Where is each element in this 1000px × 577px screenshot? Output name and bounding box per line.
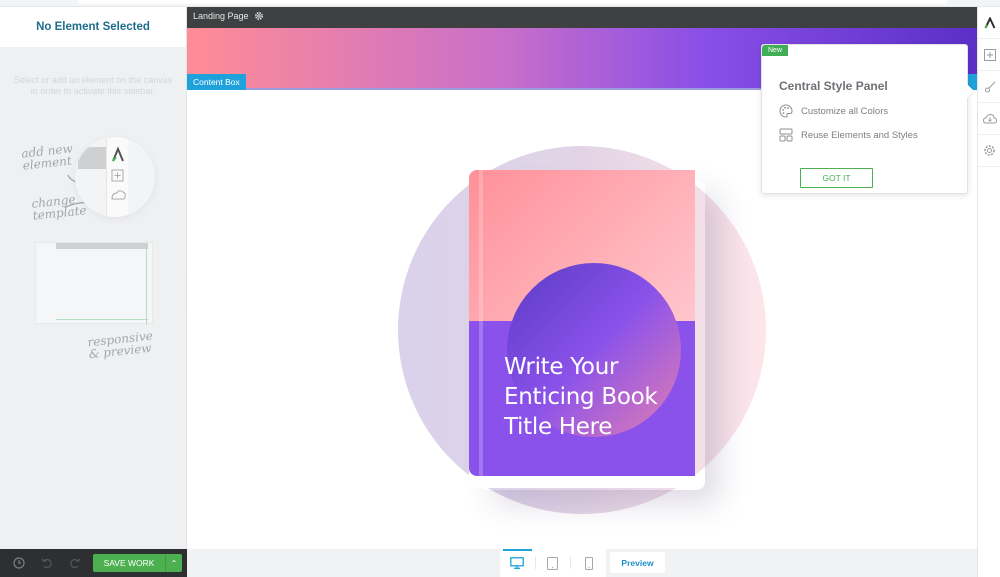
book-title[interactable]: Write Your Enticing Book Title Here <box>504 352 694 442</box>
popup-item-colors: Customize all Colors <box>779 104 888 118</box>
brand-logo-icon <box>984 16 995 29</box>
save-work-button[interactable]: SAVE WORK <box>93 554 165 572</box>
new-badge: New <box>762 45 789 56</box>
mini-rail-icons <box>111 146 126 200</box>
popup-item-label: Reuse Elements and Styles <box>801 129 918 141</box>
book-cover: Write Your Enticing Book Title Here <box>469 170 695 476</box>
got-it-button[interactable]: GOT IT <box>800 168 873 188</box>
style-panel-popup: New Central Style Panel Customize all Co… <box>761 44 968 194</box>
brush-icon <box>984 81 995 93</box>
bottom-toolbar: SAVE WORK ⌃ <box>0 549 187 577</box>
page-label[interactable]: Landing Page <box>193 11 264 21</box>
book-title-line1: Write Your <box>504 354 619 380</box>
gear-icon[interactable] <box>254 11 264 21</box>
browser-top-strip <box>0 0 1000 7</box>
device-tablet-button[interactable] <box>536 549 571 577</box>
add-element-icon <box>983 48 996 61</box>
save-options-button[interactable]: ⌃ <box>165 554 182 572</box>
book-title-line2: Enticing Book <box>504 384 658 410</box>
book-spine <box>479 170 483 476</box>
desktop-icon <box>510 557 525 569</box>
mobile-icon <box>584 556 593 570</box>
mini-window-bar <box>56 243 148 249</box>
zoom-circle <box>75 137 155 217</box>
mini-window <box>35 242 153 325</box>
onboarding-illustration: add new element change template responsi… <box>0 127 187 377</box>
sidebar-title: No Element Selected <box>0 7 186 47</box>
preview-button[interactable]: Preview <box>610 552 665 573</box>
content-box-tag[interactable]: Content Box <box>187 74 246 90</box>
popup-item-reuse: Reuse Elements and Styles <box>779 128 918 142</box>
device-bar: Preview <box>187 549 977 577</box>
undo-icon[interactable] <box>40 556 54 570</box>
chevron-up-icon: ⌃ <box>170 558 178 568</box>
mini-sidebar <box>78 147 106 169</box>
layout-blocks-icon <box>779 128 793 142</box>
add-element-button[interactable] <box>978 39 1000 71</box>
address-bar-edge <box>78 0 948 4</box>
tablet-icon <box>547 556 559 570</box>
popup-item-label: Customize all Colors <box>801 105 889 117</box>
page-name: Landing Page <box>193 11 249 21</box>
template-cloud-button[interactable] <box>978 103 1000 135</box>
element-sidebar: No Element Selected Select or add an ele… <box>0 7 187 549</box>
mini-rail <box>106 137 128 217</box>
mini-window-footer <box>56 319 148 323</box>
history-icon[interactable] <box>12 556 26 570</box>
page-bar: Landing Page <box>187 7 977 28</box>
device-mobile-button[interactable] <box>571 549 606 577</box>
device-desktop-button[interactable] <box>500 549 535 577</box>
sidebar-hint: Select or add an element on the canvas i… <box>13 75 173 96</box>
book-mockup[interactable]: Write Your Enticing Book Title Here <box>469 170 695 488</box>
settings-gear-icon <box>984 145 995 156</box>
label-responsive-preview: responsive & preview <box>87 329 155 362</box>
cloud-download-icon <box>982 113 997 123</box>
palette-icon <box>779 104 793 118</box>
device-switcher <box>500 549 606 577</box>
style-brush-button[interactable] <box>978 71 1000 103</box>
popup-title: Central Style Panel <box>779 79 888 93</box>
redo-icon[interactable] <box>68 556 82 570</box>
book-title-line3: Title Here <box>504 414 613 440</box>
popup-pointer <box>967 84 974 98</box>
brand-logo-button[interactable] <box>978 7 1000 39</box>
mini-window-rail <box>146 243 152 325</box>
right-rail <box>977 7 1000 577</box>
settings-button[interactable] <box>978 135 1000 167</box>
